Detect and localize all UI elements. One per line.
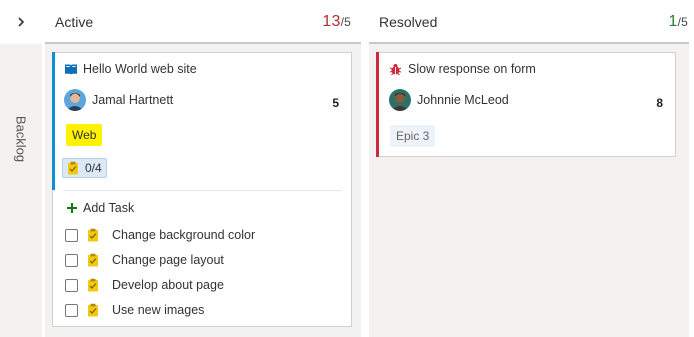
- wip-count: 13/5: [322, 13, 351, 30]
- task-title[interactable]: Use new images: [112, 303, 204, 317]
- task-item[interactable]: Change page layout: [65, 253, 224, 267]
- task-checkbox[interactable]: [65, 253, 78, 267]
- card-type-bar: [52, 52, 55, 190]
- add-task-label: Add Task: [83, 201, 135, 215]
- plus-icon: [67, 203, 77, 213]
- task-title[interactable]: Develop about page: [112, 278, 224, 292]
- column-title: Resolved: [379, 14, 438, 30]
- effort-value: 5: [332, 96, 339, 110]
- column-header-active: Active 13/5: [55, 0, 351, 44]
- task-checkbox[interactable]: [65, 278, 78, 292]
- effort-value: 8: [656, 96, 663, 110]
- work-item-card[interactable]: Slow response on form Johnnie McLeod 8 E…: [376, 52, 676, 157]
- task-progress-button[interactable]: 0/4: [62, 158, 107, 178]
- task-checkbox[interactable]: [65, 228, 78, 242]
- backlog-expand-button[interactable]: [0, 0, 42, 44]
- task-item[interactable]: Change background color: [65, 228, 255, 242]
- work-item-card[interactable]: Hello World web site Jamal Hartnett 5 We…: [52, 52, 352, 327]
- card-divider: [64, 190, 342, 191]
- column-header-resolved: Resolved 1/5: [379, 0, 688, 44]
- backlog-column[interactable]: Backlog: [0, 44, 42, 337]
- bug-icon: [389, 63, 402, 75]
- add-task-button[interactable]: Add Task: [66, 201, 134, 215]
- task-checkbox[interactable]: [65, 303, 78, 317]
- card-type-bar: [376, 52, 379, 157]
- column-title: Active: [55, 14, 94, 30]
- clipboard-task-icon: [88, 303, 98, 317]
- chevron-right-icon: [18, 17, 25, 27]
- task-progress-text: 0/4: [85, 161, 102, 175]
- card-tag[interactable]: Epic 3: [390, 125, 436, 147]
- task-title[interactable]: Change background color: [112, 228, 255, 242]
- assignee-name[interactable]: Johnnie McLeod: [417, 93, 509, 107]
- task-item[interactable]: Use new images: [65, 303, 204, 317]
- card-title[interactable]: Slow response on form: [408, 62, 536, 76]
- clipboard-task-icon: [88, 228, 98, 242]
- task-title[interactable]: Change page layout: [112, 253, 224, 267]
- clipboard-task-icon: [68, 161, 78, 175]
- avatar: [64, 89, 86, 111]
- avatar: [389, 89, 411, 111]
- card-title[interactable]: Hello World web site: [83, 62, 197, 76]
- book-icon: [65, 64, 77, 75]
- backlog-label: Backlog: [13, 115, 29, 163]
- task-item[interactable]: Develop about page: [65, 278, 224, 292]
- clipboard-task-icon: [88, 253, 98, 267]
- card-tag[interactable]: Web: [66, 124, 103, 146]
- assignee-name[interactable]: Jamal Hartnett: [92, 93, 173, 107]
- wip-count: 1/5: [668, 13, 688, 30]
- clipboard-task-icon: [88, 278, 98, 292]
